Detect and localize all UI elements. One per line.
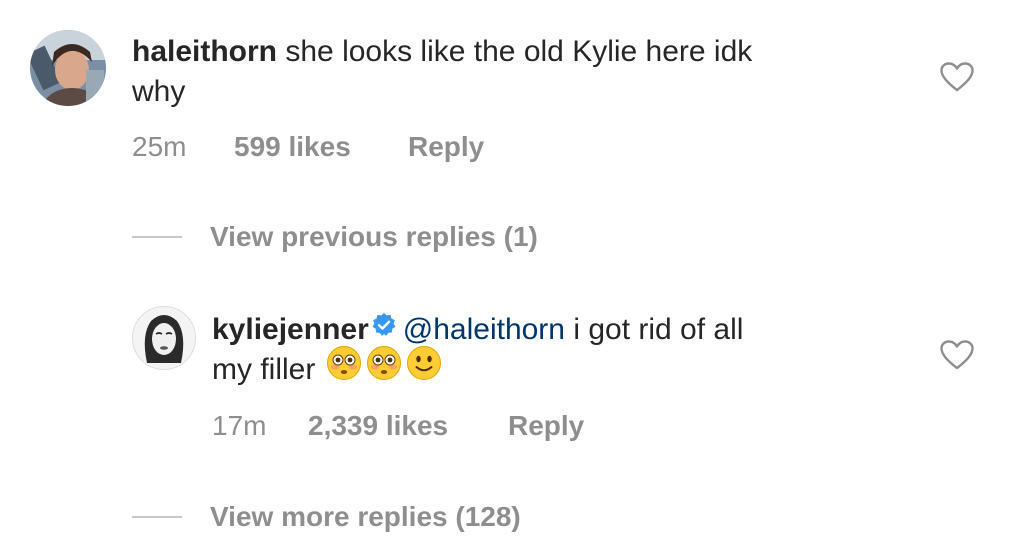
comment-time: 25m — [132, 131, 187, 162]
replies-divider-line — [132, 516, 182, 518]
comment-likes-link[interactable]: 2,339 likes — [308, 409, 448, 443]
comment-likes-link[interactable]: 599 likes — [234, 130, 351, 164]
avatar-photo-icon — [30, 30, 106, 106]
comment-username[interactable]: kyliejenner — [212, 313, 369, 346]
comment-body-continued: why — [132, 75, 186, 108]
comment-username[interactable]: haleithorn — [132, 35, 277, 68]
comment-text: kyliejenner @haleithorn i got rid of all… — [212, 310, 912, 392]
comment-meta: 25m 599 likes Reply — [132, 130, 532, 164]
reply-button[interactable]: Reply — [408, 130, 484, 164]
like-heart-button[interactable] — [940, 340, 974, 370]
view-previous-replies-button[interactable]: View previous replies (1) — [210, 220, 538, 254]
view-more-replies-button[interactable]: View more replies (128) — [210, 500, 521, 534]
comment-time: 17m — [212, 410, 267, 441]
mention-link[interactable]: @haleithorn — [403, 313, 565, 346]
comment-meta: 17m 2,339 likes Reply — [212, 409, 632, 443]
comment-body: i got rid of all — [573, 313, 744, 346]
heart-icon — [940, 62, 974, 92]
comment-text: haleithorn she looks like the old Kylie … — [132, 32, 892, 112]
flushed-face-emoji-icon — [326, 345, 362, 392]
flushed-face-emoji-icon — [366, 345, 402, 392]
avatar-kyliejenner[interactable] — [132, 306, 196, 370]
slightly-smiling-face-emoji-icon — [406, 345, 442, 392]
avatar-haleithorn[interactable] — [30, 30, 106, 106]
avatar-illustration-icon — [133, 307, 195, 369]
verified-badge-icon — [371, 309, 397, 349]
replies-divider-line — [132, 236, 182, 238]
heart-icon — [940, 340, 974, 370]
like-heart-button[interactable] — [940, 62, 974, 92]
reply-button[interactable]: Reply — [508, 409, 584, 443]
comment-body: she looks like the old Kylie here idk — [285, 35, 753, 68]
comment-body-continued: my filler — [212, 353, 316, 386]
